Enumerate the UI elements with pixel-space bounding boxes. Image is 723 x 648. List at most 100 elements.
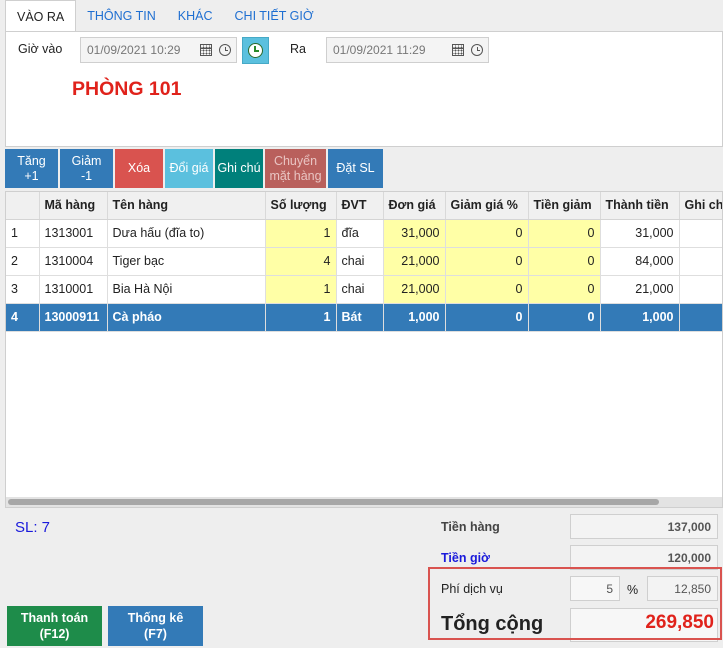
checkout-time-input[interactable]: 01/09/2021 11:29 bbox=[326, 37, 489, 63]
pay-button[interactable]: Thanh toán (F12) bbox=[7, 606, 102, 646]
unit-price-cell[interactable]: 21,000 bbox=[383, 247, 446, 276]
move-item-label-1: Chuyển bbox=[273, 153, 318, 168]
item-code: 1310001 bbox=[39, 275, 108, 304]
line-total-cell: 31,000 bbox=[600, 219, 680, 248]
item-count: SL: 7 bbox=[15, 519, 51, 536]
clock-icon[interactable] bbox=[469, 42, 485, 58]
unit-cell: Bát bbox=[336, 303, 384, 332]
horizontal-scrollbar[interactable] bbox=[6, 497, 722, 507]
statistics-shortcut: (F7) bbox=[144, 627, 167, 641]
increase-amount: +1 bbox=[24, 168, 39, 183]
discount-percent-cell[interactable]: 0 bbox=[445, 219, 529, 248]
unit-cell: chai bbox=[336, 247, 384, 276]
time-charge-label[interactable]: Tiền giờ bbox=[441, 551, 490, 565]
clock-icon[interactable] bbox=[217, 42, 233, 58]
quantity-cell[interactable]: 4 bbox=[265, 247, 337, 276]
order-screen: VÀO RA THÔNG TIN KHÁC CHI TIẾT GIỜ Giờ v… bbox=[0, 0, 723, 648]
scrollbar-thumb[interactable] bbox=[8, 499, 659, 505]
column-header[interactable]: Thành tiền bbox=[600, 192, 680, 220]
calendar-icon[interactable] bbox=[450, 42, 466, 58]
unit-cell: đĩa bbox=[336, 219, 384, 248]
discount-amount-cell[interactable]: 0 bbox=[528, 275, 601, 304]
item-name: Dưa hấu (đĩa to) bbox=[107, 219, 266, 248]
item-name: Bia Hà Nội bbox=[107, 275, 266, 304]
goods-total-value: 137,000 bbox=[570, 514, 718, 539]
table-header: Mã hàng Tên hàng Số lượng ĐVT Đơn giá Gi… bbox=[6, 192, 722, 220]
item-code: 13000911 bbox=[39, 303, 108, 332]
note-cell[interactable] bbox=[679, 219, 722, 248]
delete-button[interactable]: Xóa bbox=[115, 149, 163, 188]
increase-button[interactable]: Tăng +1 bbox=[5, 149, 58, 188]
unit-price-cell[interactable]: 31,000 bbox=[383, 219, 446, 248]
pay-shortcut: (F12) bbox=[39, 627, 70, 641]
quantity-cell[interactable]: 1 bbox=[265, 303, 337, 332]
checkin-label: Giờ vào bbox=[18, 42, 63, 56]
unit-price-cell[interactable]: 21,000 bbox=[383, 275, 446, 304]
set-now-button[interactable] bbox=[242, 37, 269, 64]
row-index: 3 bbox=[6, 275, 40, 304]
decrease-button[interactable]: Giảm -1 bbox=[60, 149, 113, 188]
row-index: 2 bbox=[6, 247, 40, 276]
line-total-cell: 21,000 bbox=[600, 275, 680, 304]
pay-label: Thanh toán bbox=[20, 611, 89, 625]
move-item-button[interactable]: Chuyển mặt hàng bbox=[265, 149, 326, 188]
unit-cell: chai bbox=[336, 275, 384, 304]
increase-label: Tăng bbox=[17, 153, 46, 168]
note-cell[interactable] bbox=[679, 275, 722, 304]
column-header[interactable]: Đơn giá bbox=[383, 192, 446, 220]
discount-percent-cell[interactable]: 0 bbox=[445, 247, 529, 276]
table-row[interactable]: 3 1310001 Bia Hà Nội 1 chai 21,000 0 0 2… bbox=[6, 275, 722, 304]
service-fee-highlight bbox=[428, 567, 722, 640]
note-cell[interactable] bbox=[679, 247, 722, 276]
checkout-time-value: 01/09/2021 11:29 bbox=[333, 43, 426, 57]
item-code: 1313001 bbox=[39, 219, 108, 248]
clock-icon bbox=[248, 43, 263, 58]
row-index: 4 bbox=[6, 303, 40, 332]
checkout-label: Ra bbox=[290, 42, 306, 56]
column-header bbox=[6, 192, 40, 220]
room-title: PHÒNG 101 bbox=[72, 78, 182, 100]
checkin-panel: Giờ vào 01/09/2021 10:29 Ra 01/09/2021 1… bbox=[5, 31, 723, 147]
decrease-amount: -1 bbox=[80, 168, 93, 183]
discount-amount-cell[interactable]: 0 bbox=[528, 303, 601, 332]
tab-vao-ra[interactable]: VÀO RA bbox=[5, 0, 77, 32]
note-button[interactable]: Ghi chú bbox=[215, 149, 263, 188]
tab-thong-tin[interactable]: THÔNG TIN bbox=[76, 0, 167, 32]
change-price-button[interactable]: Đổi giá bbox=[165, 149, 213, 188]
tab-chi-tiet-gio[interactable]: CHI TIẾT GIỜ bbox=[224, 0, 325, 32]
items-table: Mã hàng Tên hàng Số lượng ĐVT Đơn giá Gi… bbox=[6, 192, 722, 332]
discount-amount-cell[interactable]: 0 bbox=[528, 219, 601, 248]
column-header[interactable]: Mã hàng bbox=[39, 192, 108, 220]
column-header[interactable]: Ghi chú bbox=[679, 192, 722, 220]
item-name: Tiger bạc bbox=[107, 247, 266, 276]
move-item-label-2: mặt hàng bbox=[269, 168, 322, 183]
tab-khac[interactable]: KHÁC bbox=[167, 0, 224, 32]
row-index: 1 bbox=[6, 219, 40, 248]
quantity-cell[interactable]: 1 bbox=[265, 275, 337, 304]
goods-total-label: Tiền hàng bbox=[441, 520, 500, 534]
discount-percent-cell[interactable]: 0 bbox=[445, 303, 529, 332]
table-row[interactable]: 2 1310004 Tiger bạc 4 chai 21,000 0 0 84… bbox=[6, 247, 722, 276]
table-row-selected[interactable]: 4 13000911 Cà pháo 1 Bát 1,000 0 0 1,000 bbox=[6, 303, 722, 332]
line-total-cell: 1,000 bbox=[600, 303, 680, 332]
column-header[interactable]: Tên hàng bbox=[107, 192, 266, 220]
table-row[interactable]: 1 1313001 Dưa hấu (đĩa to) 1 đĩa 31,000 … bbox=[6, 219, 722, 248]
discount-amount-cell[interactable]: 0 bbox=[528, 247, 601, 276]
note-cell[interactable] bbox=[679, 303, 722, 332]
column-header[interactable]: ĐVT bbox=[336, 192, 384, 220]
discount-percent-cell[interactable]: 0 bbox=[445, 275, 529, 304]
column-header[interactable]: Số lượng bbox=[265, 192, 337, 220]
item-name: Cà pháo bbox=[107, 303, 266, 332]
statistics-button[interactable]: Thống kê (F7) bbox=[108, 606, 203, 646]
items-grid: Mã hàng Tên hàng Số lượng ĐVT Đơn giá Gi… bbox=[5, 191, 723, 508]
set-quantity-button[interactable]: Đặt SL bbox=[328, 149, 383, 188]
quantity-cell[interactable]: 1 bbox=[265, 219, 337, 248]
checkin-time-value: 01/09/2021 10:29 bbox=[87, 43, 181, 57]
line-total-cell: 84,000 bbox=[600, 247, 680, 276]
calendar-icon[interactable] bbox=[198, 42, 214, 58]
column-header[interactable]: Tiền giảm bbox=[528, 192, 601, 220]
checkin-time-input[interactable]: 01/09/2021 10:29 bbox=[80, 37, 237, 63]
column-header[interactable]: Giảm giá % bbox=[445, 192, 529, 220]
unit-price-cell[interactable]: 1,000 bbox=[383, 303, 446, 332]
statistics-label: Thống kê bbox=[127, 611, 184, 625]
